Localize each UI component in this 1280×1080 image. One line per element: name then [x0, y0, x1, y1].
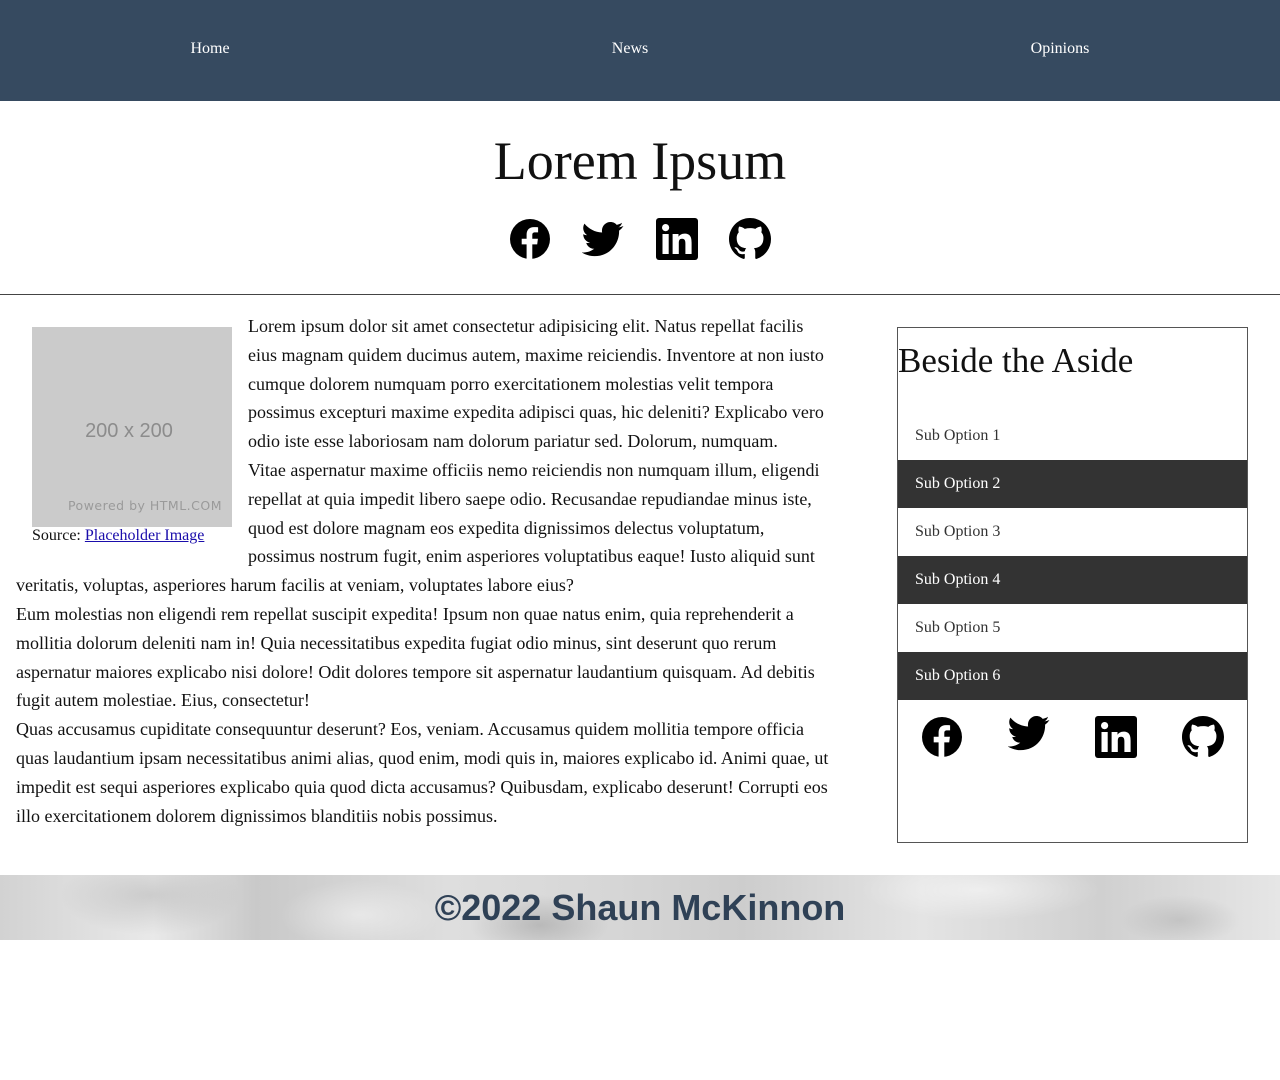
- top-nav: Home News Opinions: [0, 0, 1280, 101]
- nav-link-news[interactable]: News: [612, 40, 648, 58]
- header-social-links: [0, 218, 1280, 262]
- aside-menu-item-sub-option-1[interactable]: Sub Option 1: [898, 412, 1247, 460]
- placeholder-image-powered-text: Powered by HTML.COM: [67, 498, 222, 514]
- sidebar-aside: Beside the Aside Sub Option 1 Sub Option…: [897, 327, 1248, 843]
- github-icon[interactable]: [729, 218, 771, 260]
- nav-link-opinions[interactable]: Opinions: [1031, 40, 1090, 58]
- footer-copyright: ©2022 Shaun McKinnon: [434, 887, 846, 928]
- site-title: Lorem Ipsum: [493, 131, 787, 191]
- placeholder-image-size-text: 200 x 200: [85, 420, 173, 442]
- facebook-icon[interactable]: [921, 716, 963, 758]
- site-footer: ©2022 Shaun McKinnon: [0, 875, 1280, 940]
- twitter-icon[interactable]: [1007, 712, 1050, 754]
- figure-caption: Source: Placeholder Image: [32, 527, 232, 545]
- linkedin-icon[interactable]: [656, 218, 698, 260]
- linkedin-icon[interactable]: [1095, 716, 1137, 758]
- article-paragraph: Eum molestias non eligendi rem repellat …: [16, 603, 815, 711]
- placeholder-image-link[interactable]: Placeholder Image: [85, 527, 205, 544]
- aside-menu-item-sub-option-2[interactable]: Sub Option 2: [898, 460, 1247, 508]
- aside-menu-item-sub-option-4[interactable]: Sub Option 4: [898, 556, 1247, 604]
- main-article: 200 x 200 Powered by HTML.COM Source: Pl…: [16, 312, 834, 830]
- header-divider: [0, 294, 1280, 295]
- placeholder-figure: 200 x 200 Powered by HTML.COM Source: Pl…: [32, 327, 232, 545]
- aside-title: Beside the Aside: [898, 341, 1134, 380]
- twitter-icon[interactable]: [581, 218, 624, 260]
- aside-menu-item-sub-option-3[interactable]: Sub Option 3: [898, 508, 1247, 556]
- placeholder-image: 200 x 200 Powered by HTML.COM: [32, 327, 232, 527]
- github-icon[interactable]: [1182, 716, 1224, 758]
- facebook-icon[interactable]: [509, 218, 551, 260]
- nav-link-home[interactable]: Home: [190, 40, 229, 58]
- aside-menu-item-sub-option-6[interactable]: Sub Option 6: [898, 652, 1247, 700]
- article-paragraph: Quas accusamus cupiditate consequuntur d…: [16, 719, 829, 826]
- aside-menu: Sub Option 1 Sub Option 2 Sub Option 3 S…: [898, 412, 1247, 700]
- caption-prefix: Source:: [32, 527, 81, 544]
- aside-menu-item-sub-option-5[interactable]: Sub Option 5: [898, 604, 1247, 652]
